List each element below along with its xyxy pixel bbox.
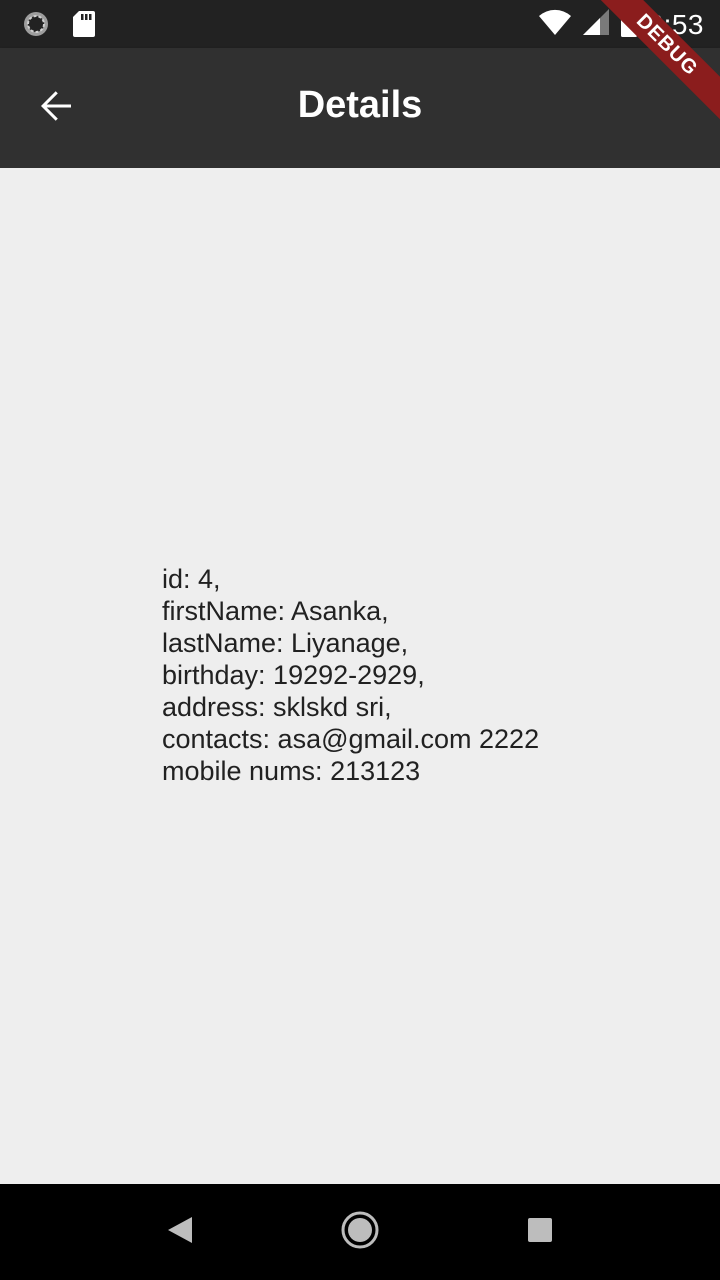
detail-line-birthday: birthday: 19292-2929, xyxy=(162,660,425,690)
nav-back-button[interactable] xyxy=(156,1208,204,1256)
detail-line-mobile-nums: mobile nums: 213123 xyxy=(162,756,421,786)
cell-signal-icon xyxy=(582,8,610,41)
sync-icon xyxy=(22,10,50,43)
app-bar: Details xyxy=(0,48,720,168)
status-left-icons xyxy=(22,10,96,43)
details-content: id: 4, firstName: Asanka, lastName: Liya… xyxy=(0,168,720,1184)
detail-line-last-name: lastName: Liyanage, xyxy=(162,628,409,658)
nav-back-triangle-icon xyxy=(166,1215,194,1250)
system-nav-bar xyxy=(0,1184,720,1280)
battery-icon xyxy=(620,7,638,42)
status-bar: 6:53 xyxy=(0,0,720,48)
nav-recents-square-icon xyxy=(527,1217,553,1248)
status-right-icons: 6:53 xyxy=(538,7,705,42)
detail-line-first-name: firstName: Asanka, xyxy=(162,596,389,626)
wifi-icon xyxy=(538,8,572,41)
detail-line-contacts: contacts: asa@gmail.com 2222 xyxy=(162,724,540,754)
detail-line-address: address: sklskd sri, xyxy=(162,692,392,722)
sd-card-icon xyxy=(72,10,96,43)
details-text: id: 4, firstName: Asanka, lastName: Liya… xyxy=(162,563,539,787)
nav-recents-button[interactable] xyxy=(516,1208,564,1256)
detail-line-id: id: 4, xyxy=(162,564,221,594)
nav-home-circle-icon xyxy=(340,1210,380,1255)
status-time: 6:53 xyxy=(647,8,704,40)
page-title: Details xyxy=(297,84,423,126)
nav-home-button[interactable] xyxy=(336,1208,384,1256)
screen: 6:53 Details DEBUG id: 4, firstName: Asa… xyxy=(0,0,720,1280)
